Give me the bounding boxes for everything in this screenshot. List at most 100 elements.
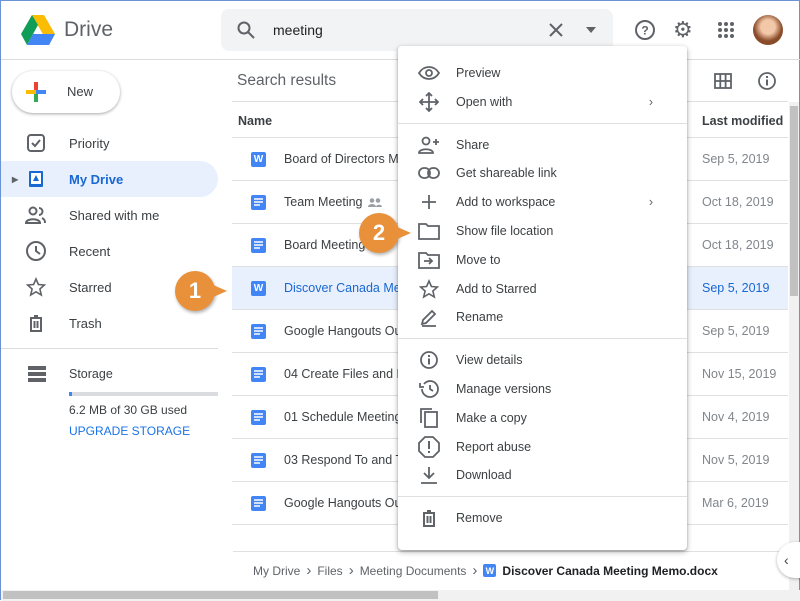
sidebar-item-priority[interactable]: Priority (1, 125, 218, 161)
new-label: New (67, 84, 94, 99)
clock-icon (25, 240, 47, 262)
sidebar-item-label: Priority (69, 135, 110, 151)
google-doc-icon (251, 496, 266, 511)
grid-view-icon[interactable] (714, 73, 732, 89)
menu-item-rename[interactable]: Rename (398, 303, 687, 331)
sidebar-item-shared-with-me[interactable]: Shared with me (1, 197, 218, 233)
menu-item-label: Report abuse (456, 439, 532, 454)
menu-item-label: Make a copy (456, 410, 527, 425)
menu-item-view-details[interactable]: View details (398, 346, 687, 374)
search-icon[interactable] (237, 21, 255, 39)
breadcrumb-item[interactable]: Files (317, 564, 342, 578)
pencil-icon (418, 306, 440, 328)
menu-item-label: Add to Starred (456, 281, 537, 296)
last-modified-column-header[interactable]: Last modified (702, 114, 783, 128)
download-icon (418, 464, 440, 486)
sidebar-item-recent[interactable]: Recent (1, 233, 218, 269)
google-doc-icon (251, 195, 266, 210)
menu-item-preview[interactable]: Preview (398, 59, 687, 87)
menu-item-manage-versions[interactable]: Manage versions (398, 375, 687, 403)
horizontal-scrollbar[interactable] (1, 590, 800, 601)
menu-item-add-to-starred[interactable]: Add to Starred (398, 275, 687, 303)
apps-grid-icon[interactable] (717, 21, 735, 39)
avatar[interactable] (753, 15, 783, 45)
copy-icon (418, 407, 440, 429)
last-modified-date: Oct 18, 2019 (702, 195, 774, 209)
move-to-icon (418, 249, 440, 271)
last-modified-date: Mar 6, 2019 (702, 496, 769, 510)
chevron-right-icon: › (648, 94, 653, 109)
breadcrumb-item[interactable]: My Drive (253, 564, 300, 578)
menu-item-label: Remove (456, 511, 503, 526)
file-name: Team Meeting (284, 195, 363, 209)
menu-item-label: Move to (456, 252, 501, 267)
menu-divider (398, 496, 687, 498)
google-doc-icon (251, 367, 266, 382)
check-box-icon (25, 132, 47, 154)
menu-item-open-with[interactable]: Open with › (398, 88, 687, 116)
info-icon (418, 349, 440, 371)
new-button[interactable]: New (12, 71, 120, 113)
callout-2: 2 (359, 213, 411, 253)
storage-bar (69, 392, 218, 396)
sidebar-item-my-drive[interactable]: ▶ My Drive (1, 161, 218, 197)
menu-item-download[interactable]: Download (398, 461, 687, 489)
folder-icon (418, 220, 440, 242)
info-icon[interactable] (757, 71, 777, 91)
storage-icon (28, 366, 46, 382)
menu-item-label: Manage versions (456, 382, 552, 396)
menu-item-label: Preview (456, 66, 501, 80)
menu-item-add-to-workspace[interactable]: Add to workspace › (398, 188, 687, 216)
trash-icon (25, 312, 47, 334)
chevron-right-icon: › (648, 195, 653, 210)
sidebar-item-label: Shared with me (69, 207, 160, 223)
menu-item-make-a-copy[interactable]: Make a copy (398, 404, 687, 432)
trash-icon (418, 507, 440, 529)
person-add-icon (418, 134, 440, 156)
clear-search-icon[interactable] (549, 23, 563, 37)
plus-icon (26, 82, 46, 102)
chevron-right-icon: › (472, 562, 478, 579)
vertical-scrollbar[interactable] (789, 102, 799, 590)
alert-icon (418, 435, 440, 458)
menu-item-label: Rename (456, 310, 504, 325)
search-options-icon[interactable] (586, 27, 596, 33)
name-column-header[interactable]: Name (238, 114, 272, 128)
word-file-icon: W (483, 564, 497, 577)
move-arrows-icon (418, 91, 440, 113)
context-menu: Preview Open with › Share Get shareable link… (398, 46, 687, 550)
last-modified-date: Nov 15, 2019 (702, 367, 777, 381)
last-modified-date: Sep 5, 2019 (702, 281, 770, 295)
menu-item-label: Get shareable link (456, 166, 557, 181)
file-name: Board Meeting (284, 238, 366, 252)
people-icon (25, 204, 47, 226)
search-input[interactable]: meeting (273, 22, 323, 38)
sidebar-item-trash[interactable]: Trash (1, 305, 218, 341)
menu-item-label: View details (456, 353, 523, 368)
menu-item-show-file-location[interactable]: Show file location (398, 217, 687, 245)
help-icon[interactable]: ? (634, 19, 656, 41)
word-file-icon: W (251, 281, 266, 296)
menu-item-label: Open with (456, 94, 513, 109)
menu-item-share[interactable]: Share (398, 131, 687, 159)
breadcrumb: My Drive › Files › Meeting Documents › W Discov… (233, 551, 789, 589)
menu-item-move-to[interactable]: Move to (398, 246, 687, 274)
menu-item-label: Share (456, 137, 490, 152)
storage-used-text: 6.2 MB of 30 GB used (69, 403, 188, 417)
plus-icon (418, 191, 440, 213)
menu-item-label: Show file location (456, 224, 554, 238)
upgrade-storage-link[interactable]: UPGRADE STORAGE (69, 424, 190, 438)
link-icon (418, 162, 440, 184)
menu-item-report-abuse[interactable]: Report abuse (398, 433, 687, 461)
menu-item-get-shareable-link[interactable]: Get shareable link (398, 159, 687, 187)
breadcrumb-item[interactable]: Meeting Documents (360, 564, 467, 578)
expand-arrow-icon[interactable]: ▶ (12, 175, 18, 184)
star-icon (25, 276, 47, 298)
settings-gear-icon[interactable]: ⚙ (673, 17, 693, 43)
my-drive-icon (25, 168, 47, 190)
drive-logo[interactable] (21, 15, 55, 50)
google-doc-icon (251, 324, 266, 339)
menu-item-remove[interactable]: Remove (398, 504, 687, 532)
word-file-icon: W (251, 152, 266, 167)
search-box[interactable]: meeting (221, 9, 613, 51)
